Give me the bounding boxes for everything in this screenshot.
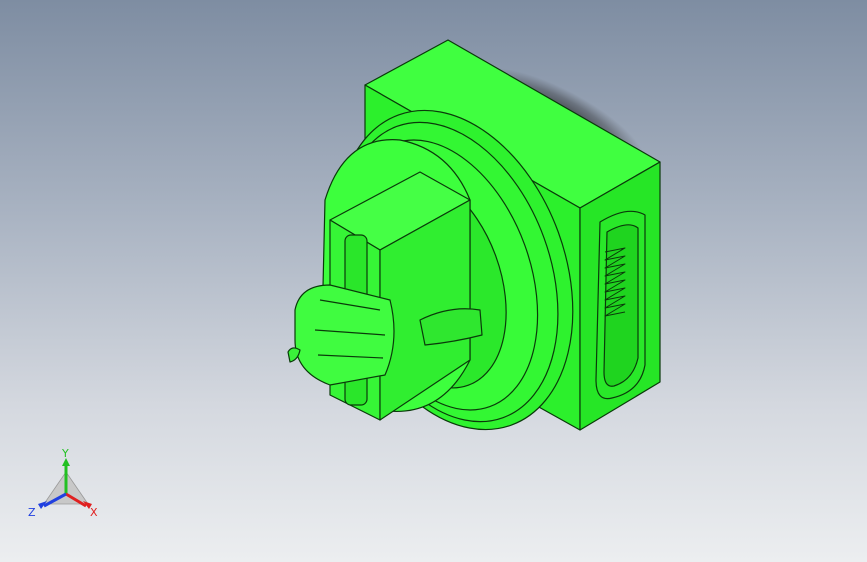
3d-model[interactable] xyxy=(0,0,867,562)
z-axis-label: Z xyxy=(28,506,36,519)
spring-coil xyxy=(604,247,626,317)
axis-triad: Y X Z xyxy=(28,448,98,519)
graphics-viewport[interactable]: Y X Z xyxy=(0,0,867,562)
y-axis-label: Y xyxy=(61,448,69,460)
plug-nozzle-tip xyxy=(287,347,301,363)
x-axis-label: X xyxy=(90,506,98,519)
